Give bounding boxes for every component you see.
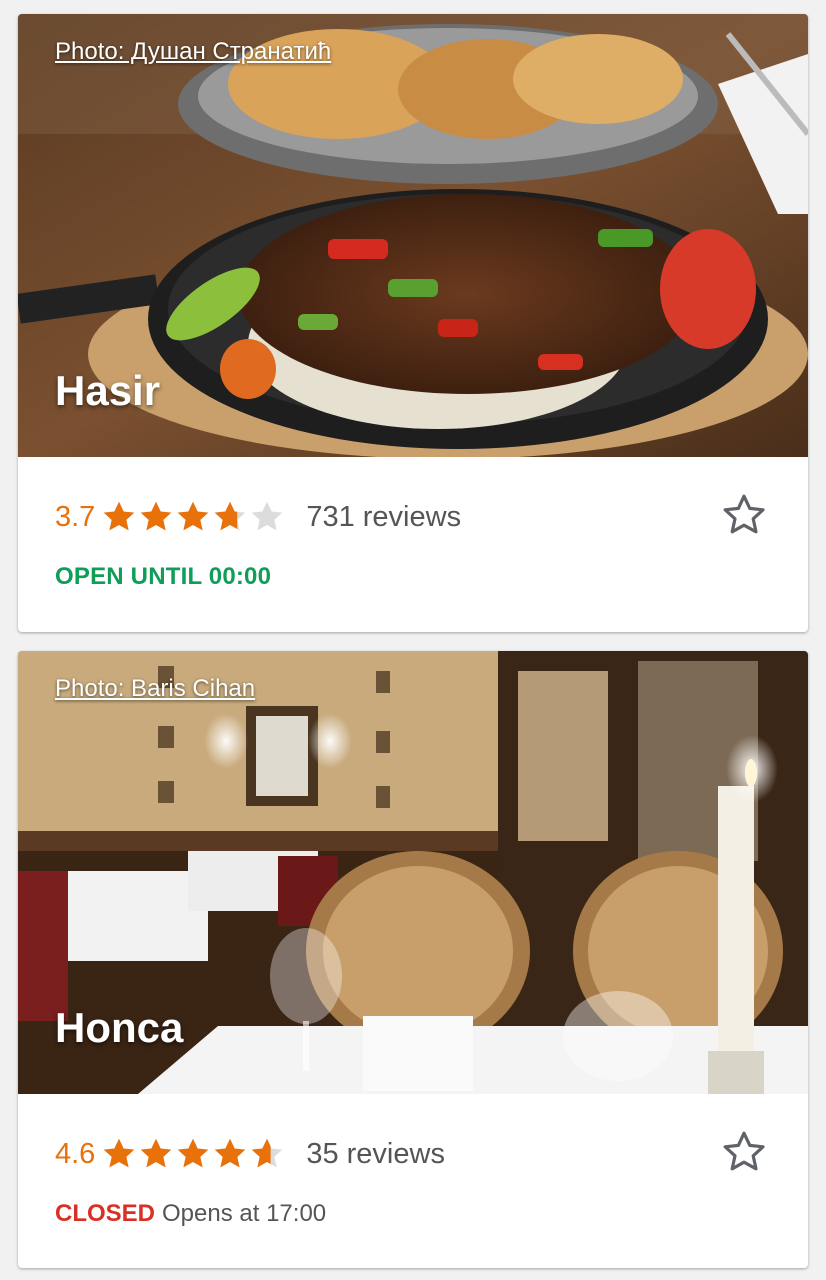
star-icon [178, 501, 209, 531]
restaurant-name: Hasir [55, 367, 161, 414]
star-icon [178, 1138, 209, 1168]
opening-status: CLOSED Opens at 17:00 [55, 1200, 326, 1228]
star-outline-icon [723, 1131, 765, 1171]
restaurant-card[interactable]: Photo: Baris Cihan Honca 4.6 35 reviews … [18, 651, 808, 1268]
star-icon [104, 1138, 135, 1168]
star-rating [101, 1136, 286, 1172]
restaurant-name: Honca [55, 1004, 184, 1051]
opening-status: OPEN UNTIL 00:00 [55, 563, 271, 591]
rating-value: 4.6 [55, 1137, 96, 1170]
restaurant-info: 4.6 35 reviews CLOSED Opens at 17:00 [18, 1094, 808, 1268]
star-icon [104, 501, 135, 531]
star-icon [252, 1138, 283, 1168]
star-icon [215, 1138, 246, 1168]
review-count[interactable]: 731 reviews [306, 501, 461, 534]
star-rating [101, 499, 286, 535]
photo-credit-link[interactable]: Photo: Baris Cihan [55, 675, 255, 703]
restaurant-photo[interactable]: Photo: Baris Cihan Honca [18, 651, 808, 1094]
star-icon [215, 501, 246, 531]
star-icon [252, 501, 283, 531]
star-icon [141, 501, 172, 531]
review-count[interactable]: 35 reviews [306, 1138, 445, 1171]
restaurant-photo[interactable]: Photo: Душан Странатић Hasir [18, 14, 808, 457]
status-detail: Opens at 17:00 [162, 1200, 327, 1227]
status-open-label: OPEN UNTIL 00:00 [55, 563, 272, 590]
rating-value: 3.7 [55, 500, 96, 533]
favorite-button[interactable] [720, 1128, 768, 1176]
favorite-button[interactable] [720, 491, 768, 539]
rating-row: 4.6 35 reviews [55, 1134, 445, 1174]
restaurant-info: 3.7 731 reviews OPEN UNTIL 00:00 [18, 457, 808, 632]
star-outline-icon [723, 494, 765, 534]
rating-row: 3.7 731 reviews [55, 497, 461, 537]
restaurant-card[interactable]: Photo: Душан Странатић Hasir 3.7 731 rev… [18, 14, 808, 632]
star-icon [141, 1138, 172, 1168]
status-closed-label: CLOSED [55, 1200, 156, 1227]
photo-credit-link[interactable]: Photo: Душан Странатић [55, 38, 331, 66]
